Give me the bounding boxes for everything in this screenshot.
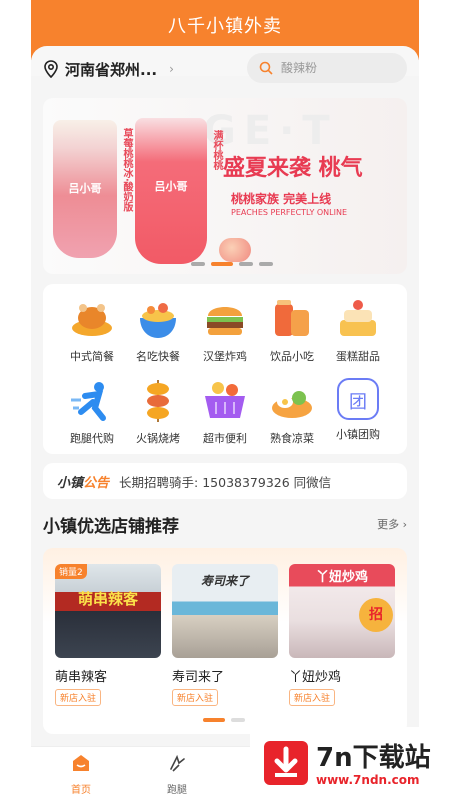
pagination-dot[interactable] (231, 718, 245, 722)
banner-vertical-text: 满杯桃桃 (211, 130, 222, 170)
promo-glyph: 招 (369, 607, 383, 623)
watermark: 7n下载站 www.7ndn.com (250, 727, 448, 797)
shop-photo: 寿司来了 (172, 564, 278, 658)
shop-photo: 丫妞炒鸡 招 (289, 564, 395, 658)
category-label: 小镇团购 (336, 428, 380, 441)
shop-card[interactable]: 丫妞炒鸡 招 丫妞炒鸡 新店入驻 (289, 564, 395, 706)
new-shop-tag: 新店入驻 (55, 689, 102, 706)
location-pin-icon (44, 60, 58, 78)
group-buy-icon: 团 (337, 378, 379, 420)
tab-errand[interactable]: 跑腿 (147, 753, 207, 796)
category-label: 超市便利 (203, 432, 247, 445)
skewer-icon (135, 378, 181, 424)
chevron-right-icon: › (169, 62, 174, 76)
category-label: 名吃快餐 (136, 350, 180, 363)
search-box[interactable] (247, 53, 407, 83)
chevron-right-icon: › (402, 518, 407, 531)
basket-icon (202, 378, 248, 424)
banner-pagination[interactable] (191, 262, 273, 266)
egg-dish-icon (269, 378, 315, 424)
location-label: 河南省郑州... (65, 60, 158, 79)
shop-sign-text: 萌串辣客 (77, 590, 138, 608)
search-input[interactable] (281, 61, 391, 75)
noodle-bowl-icon (135, 296, 181, 342)
pagination-dot[interactable] (239, 262, 253, 266)
app-screen: 八千小镇外卖 河南省郑州... › GE·T 吕小哥 草莓桃桃冰·酸奶版 吕小哥… (31, 0, 419, 800)
category-label: 蛋糕甜品 (336, 350, 380, 363)
cake-icon (335, 296, 381, 342)
banner-background-text: GE·T (203, 108, 338, 154)
cup-logo-text: 吕小哥 (154, 180, 188, 193)
category-item[interactable]: 中式简餐 (57, 296, 127, 364)
shop-carousel-pagination[interactable] (203, 718, 245, 722)
promo-banner[interactable]: GE·T 吕小哥 草莓桃桃冰·酸奶版 吕小哥 满杯桃桃 盛夏来袭 桃气 桃桃家族… (43, 98, 407, 274)
watermark-title: 7n下载站 (316, 743, 431, 773)
shop-name: 寿司来了 (172, 670, 225, 685)
category-item[interactable]: 饮品小吃 (257, 296, 327, 364)
pagination-dot[interactable] (191, 262, 205, 266)
search-icon (259, 61, 273, 75)
banner-subline: 桃桃家族 完美上线 (231, 192, 332, 206)
shop-card[interactable]: 寿司来了 寿司来了 新店入驻 (172, 564, 278, 706)
download-icon (264, 741, 308, 785)
recruit-promo-badge: 招 (359, 598, 393, 632)
roast-chicken-icon (69, 296, 115, 342)
category-item[interactable]: 汉堡炸鸡 (190, 296, 260, 364)
tab-label: 跑腿 (167, 785, 187, 796)
pagination-dot-active[interactable] (211, 262, 233, 266)
banner-english-line: PEACHES PERFECTLY ONLINE (231, 208, 348, 217)
watermark-url: www.7ndn.com (316, 773, 420, 787)
runner-icon (69, 378, 115, 424)
more-label: 更多 (377, 518, 400, 531)
category-grid: 中式简餐 名吃快餐 汉堡炸鸡 饮品小吃 蛋糕甜品 跑腿代购 火锅烧烤 超市便利 … (43, 284, 407, 454)
category-label: 熟食凉菜 (270, 432, 314, 445)
category-label: 饮品小吃 (270, 350, 314, 363)
tab-home[interactable]: 首页 (51, 753, 111, 796)
banner-headline: 盛夏来袭 桃气 (223, 156, 363, 181)
tab-label: 首页 (71, 785, 91, 796)
category-label: 跑腿代购 (70, 432, 114, 445)
shop-name: 萌串辣客 (55, 670, 108, 685)
new-shop-tag: 新店入驻 (289, 689, 336, 706)
category-label: 火锅烧烤 (136, 432, 180, 445)
errand-run-icon (170, 754, 185, 772)
category-label: 中式简餐 (70, 350, 114, 363)
more-link[interactable]: 更多 › (377, 516, 407, 532)
drink-cup-image: 吕小哥 (53, 120, 117, 258)
location-selector[interactable]: 河南省郑州... › (43, 56, 174, 82)
home-icon (73, 755, 89, 771)
pagination-dot[interactable] (259, 262, 273, 266)
group-buy-glyph: 团 (349, 392, 367, 413)
category-item[interactable]: 熟食凉菜 (257, 378, 327, 446)
category-item[interactable]: 跑腿代购 (57, 378, 127, 446)
burger-icon (202, 296, 248, 342)
cup-logo-text: 吕小哥 (68, 182, 102, 195)
sales-badge: 销量2 (55, 564, 87, 579)
shop-name: 丫妞炒鸡 (289, 670, 342, 685)
drink-snack-icon (269, 296, 315, 342)
pagination-dot-active[interactable] (203, 718, 225, 722)
shop-sign-text: 寿司来了 (200, 574, 249, 588)
drink-cup-image: 吕小哥 (135, 118, 207, 264)
new-shop-tag: 新店入驻 (172, 689, 219, 706)
category-item[interactable]: 蛋糕甜品 (323, 296, 393, 364)
category-item[interactable]: 名吃快餐 (123, 296, 193, 364)
section-title: 小镇优选店铺推荐 (43, 517, 179, 537)
peach-icon (219, 238, 251, 262)
shop-card[interactable]: 萌串辣客 销量2 萌串辣客 新店入驻 (55, 564, 161, 706)
announcement-brand-accent: 公告 (83, 475, 110, 491)
category-item[interactable]: 火锅烧烤 (123, 378, 193, 446)
app-title: 八千小镇外卖 (168, 16, 282, 37)
banner-vertical-text: 草莓桃桃冰·酸奶版 (121, 128, 132, 212)
category-item[interactable]: 团 小镇团购 (323, 378, 393, 442)
section-header: 小镇优选店铺推荐 更多 › (43, 512, 407, 538)
shop-carousel: 萌串辣客 销量2 萌串辣客 新店入驻 寿司来了 寿司来了 新店入驻 丫妞炒鸡 招… (43, 548, 407, 734)
announcement-bar[interactable]: 小镇 公告 长期招聘骑手: 15038379326 同微信 (43, 463, 407, 499)
category-label: 汉堡炸鸡 (203, 350, 247, 363)
shop-photo: 萌串辣客 销量2 (55, 564, 161, 658)
announcement-brand: 小镇 (57, 475, 84, 491)
category-item[interactable]: 超市便利 (190, 378, 260, 446)
announcement-message: 长期招聘骑手: 15038379326 同微信 (119, 474, 332, 490)
shop-sign-text: 丫妞炒鸡 (315, 570, 368, 585)
